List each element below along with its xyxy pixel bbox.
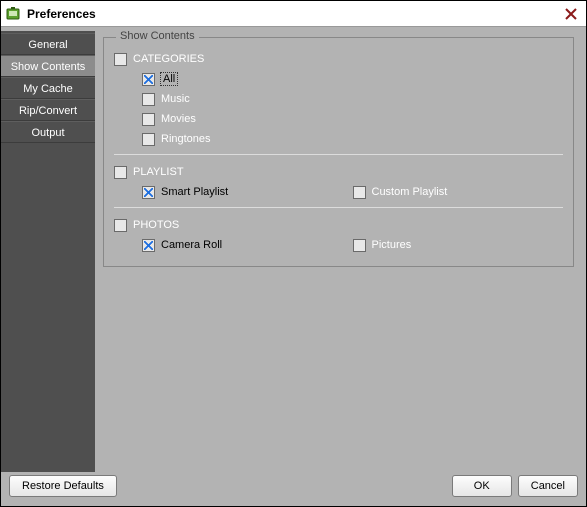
smart-playlist-label: Smart Playlist [161, 186, 228, 198]
all-label: All [161, 73, 177, 85]
content-panel: Show Contents CATEGORIES All Music Movie… [95, 31, 582, 472]
dialog-body: General Show Contents My Cache Rip/Conve… [1, 27, 586, 472]
pictures-checkbox[interactable] [353, 239, 366, 252]
categories-label: CATEGORIES [133, 53, 204, 65]
sidebar: General Show Contents My Cache Rip/Conve… [1, 31, 95, 472]
custom-playlist-label: Custom Playlist [372, 186, 448, 198]
ringtones-label: Ringtones [161, 133, 211, 145]
camera-roll-label: Camera Roll [161, 239, 222, 251]
tab-show-contents[interactable]: Show Contents [1, 55, 95, 77]
group-title: Show Contents [116, 31, 199, 42]
movies-row: Movies [114, 110, 563, 128]
all-row: All [114, 70, 563, 88]
playlist-header-row: PLAYLIST [114, 163, 563, 181]
tab-output[interactable]: Output [1, 121, 95, 143]
footer: Restore Defaults OK Cancel [1, 472, 586, 506]
music-label: Music [161, 93, 190, 105]
all-checkbox[interactable] [142, 73, 155, 86]
close-icon[interactable] [562, 5, 580, 23]
categories-checkbox[interactable] [114, 53, 127, 66]
camera-roll-checkbox[interactable] [142, 239, 155, 252]
show-contents-group: Show Contents CATEGORIES All Music Movie… [103, 37, 574, 267]
playlist-checkbox[interactable] [114, 166, 127, 179]
ringtones-checkbox[interactable] [142, 133, 155, 146]
window-title: Preferences [27, 7, 562, 21]
smart-playlist-checkbox[interactable] [142, 186, 155, 199]
photos-checkbox[interactable] [114, 219, 127, 232]
tab-general[interactable]: General [1, 33, 95, 55]
tab-rip-convert[interactable]: Rip/Convert [1, 99, 95, 121]
preferences-window: Preferences General Show Contents My Cac… [0, 0, 587, 507]
cancel-button[interactable]: Cancel [518, 475, 578, 497]
pictures-label: Pictures [372, 239, 412, 251]
photos-header-row: PHOTOS [114, 216, 563, 234]
movies-checkbox[interactable] [142, 113, 155, 126]
app-icon [5, 6, 21, 22]
titlebar: Preferences [1, 1, 586, 27]
restore-defaults-button[interactable]: Restore Defaults [9, 475, 117, 497]
photos-label: PHOTOS [133, 219, 179, 231]
ringtones-row: Ringtones [114, 130, 563, 148]
divider-2 [114, 207, 563, 208]
ok-button[interactable]: OK [452, 475, 512, 497]
playlist-label: PLAYLIST [133, 166, 184, 178]
music-row: Music [114, 90, 563, 108]
tab-my-cache[interactable]: My Cache [1, 77, 95, 99]
custom-playlist-checkbox[interactable] [353, 186, 366, 199]
photos-options-row: Camera Roll Pictures [114, 236, 563, 254]
movies-label: Movies [161, 113, 196, 125]
music-checkbox[interactable] [142, 93, 155, 106]
playlist-options-row: Smart Playlist Custom Playlist [114, 183, 563, 201]
categories-header-row: CATEGORIES [114, 50, 563, 68]
divider-1 [114, 154, 563, 155]
